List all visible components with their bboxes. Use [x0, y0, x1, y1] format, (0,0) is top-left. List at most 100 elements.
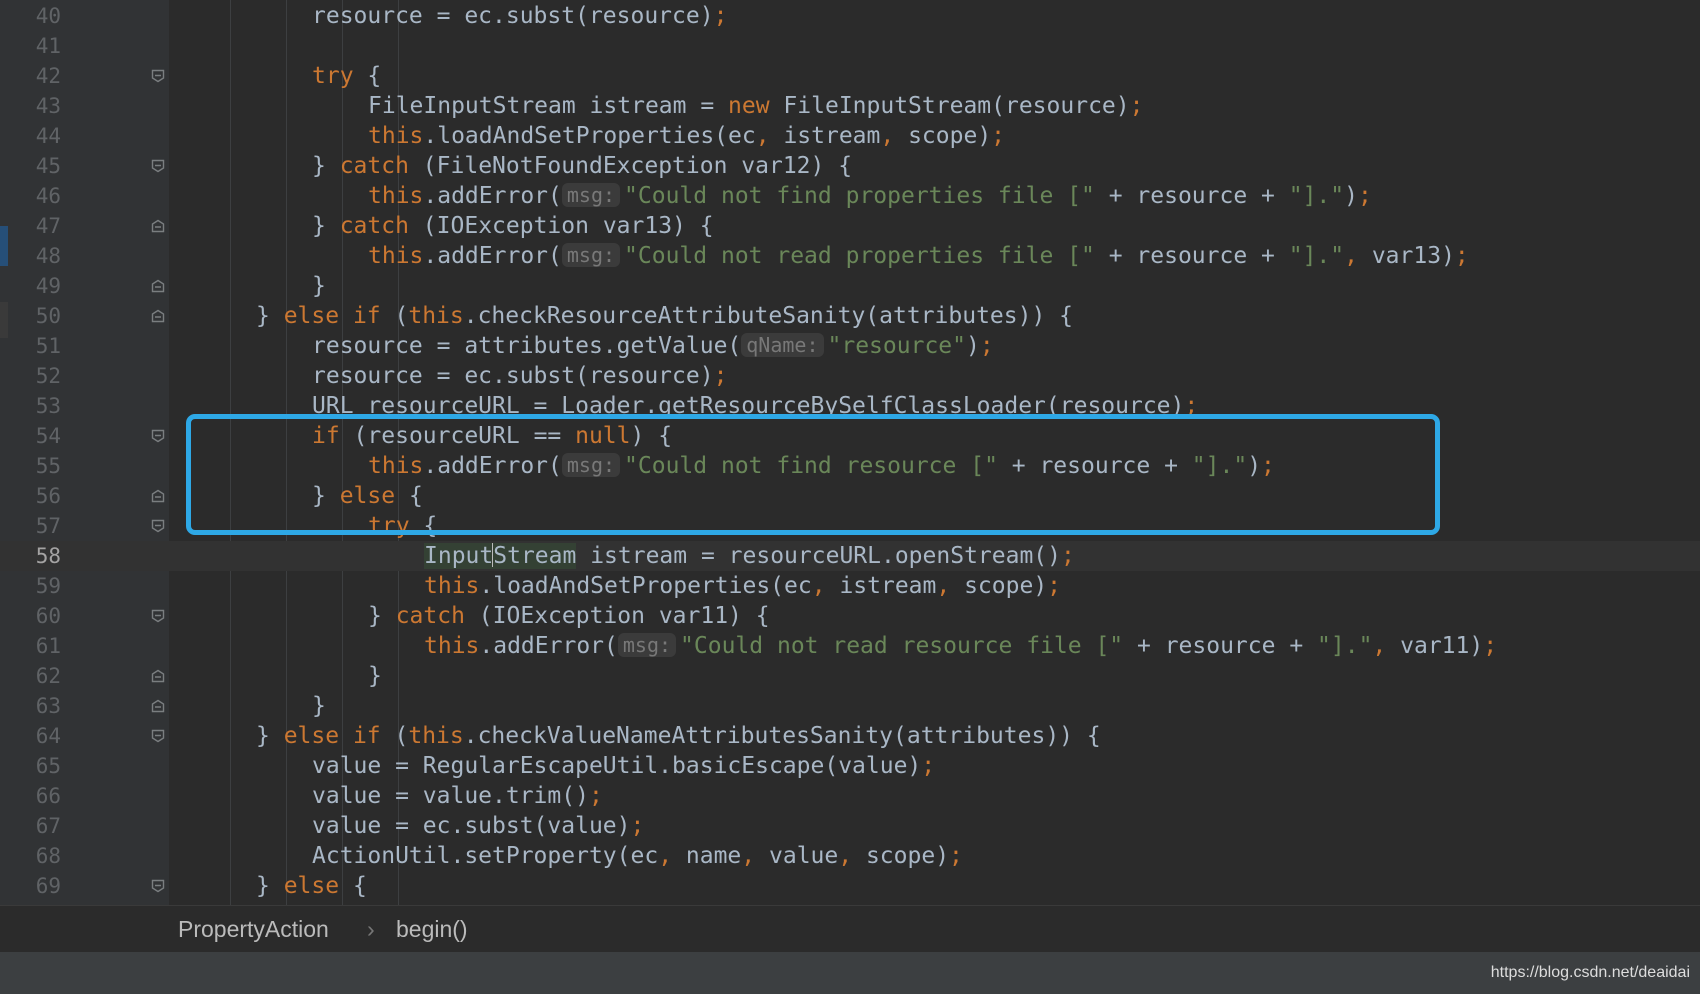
code-line[interactable]: 66 value = value.trim();: [0, 781, 1700, 811]
code-text[interactable]: value = value.trim();: [312, 781, 603, 811]
code-text[interactable]: } else if (this.checkValueNameAttributes…: [256, 721, 1101, 751]
code-token: .loadAndSetProperties(ec: [479, 573, 812, 599]
line-number[interactable]: 66: [9, 781, 61, 811]
code-text[interactable]: } catch (IOException var11) {: [368, 601, 770, 631]
code-line[interactable]: 52 resource = ec.subst(resource);: [0, 361, 1700, 391]
line-number[interactable]: 59: [9, 571, 61, 601]
code-text[interactable]: resource = ec.subst(resource);: [312, 361, 727, 391]
fold-end-icon[interactable]: [151, 309, 165, 323]
fold-collapse-icon[interactable]: [151, 69, 165, 83]
line-number[interactable]: 56: [9, 481, 61, 511]
line-number[interactable]: 43: [9, 91, 61, 121]
code-text[interactable]: this.addError(msg: "Could not find proper…: [368, 181, 1372, 211]
line-number[interactable]: 45: [9, 151, 61, 181]
code-line[interactable]: 47 } catch (IOException var13) {: [0, 211, 1700, 241]
code-text[interactable]: } catch (FileNotFoundException var12) {: [312, 151, 852, 181]
line-number[interactable]: 48: [9, 241, 61, 271]
line-number[interactable]: 57: [9, 511, 61, 541]
code-line[interactable]: 42 try {: [0, 61, 1700, 91]
code-text[interactable]: InputStream istream = resourceURL.openSt…: [424, 541, 1075, 571]
code-line[interactable]: 69 } else {: [0, 871, 1700, 901]
code-text[interactable]: try {: [312, 61, 381, 91]
code-text[interactable]: value = ec.subst(value);: [312, 811, 644, 841]
code-line[interactable]: 48 this.addError(msg: "Could not read prop…: [0, 241, 1700, 271]
code-line[interactable]: 50 } else if (this.checkResourceAttribute…: [0, 301, 1700, 331]
code-line[interactable]: 65 value = RegularEscapeUtil.basicEscape(…: [0, 751, 1700, 781]
code-line[interactable]: 61 this.addError(msg: "Could not read reso…: [0, 631, 1700, 661]
code-text[interactable]: this.addError(msg: "Could not read proper…: [368, 241, 1469, 271]
code-text[interactable]: ActionUtil.setProperty(ec, name, value, …: [312, 841, 963, 871]
line-number[interactable]: 63: [9, 691, 61, 721]
fold-end-icon[interactable]: [151, 669, 165, 683]
code-text[interactable]: } else if (this.checkResourceAttributeSa…: [256, 301, 1073, 331]
fold-end-icon[interactable]: [151, 219, 165, 233]
line-number[interactable]: 54: [9, 421, 61, 451]
line-number[interactable]: 52: [9, 361, 61, 391]
line-number[interactable]: 67: [9, 811, 61, 841]
code-token: .addError(: [423, 243, 562, 269]
fold-collapse-icon[interactable]: [151, 429, 165, 443]
line-number[interactable]: 50: [9, 301, 61, 331]
fold-collapse-icon[interactable]: [151, 729, 165, 743]
fold-end-icon[interactable]: [151, 699, 165, 713]
line-number[interactable]: 68: [9, 841, 61, 871]
fold-collapse-icon[interactable]: [151, 879, 165, 893]
code-text[interactable]: value = RegularEscapeUtil.basicEscape(va…: [312, 751, 935, 781]
line-number[interactable]: 65: [9, 751, 61, 781]
breadcrumb-method[interactable]: begin(): [396, 916, 468, 943]
code-text[interactable]: }: [312, 691, 326, 721]
line-number[interactable]: 47: [9, 211, 61, 241]
code-text[interactable]: FileInputStream istream = new FileInputS…: [368, 91, 1143, 121]
code-line[interactable]: 40 resource = ec.subst(resource);: [0, 1, 1700, 31]
code-text[interactable]: resource = attributes.getValue(qName: "re…: [312, 331, 994, 361]
fold-collapse-icon[interactable]: [151, 609, 165, 623]
code-line[interactable]: 64 } else if (this.checkValueNameAttribut…: [0, 721, 1700, 751]
code-text[interactable]: } catch (IOException var13) {: [312, 211, 714, 241]
fold-collapse-icon[interactable]: [151, 159, 165, 173]
line-number[interactable]: 53: [9, 391, 61, 421]
code-line[interactable]: 46 this.addError(msg: "Could not find prop…: [0, 181, 1700, 211]
code-line[interactable]: 63}: [0, 691, 1700, 721]
code-text[interactable]: this.loadAndSetProperties(ec, istream, s…: [368, 121, 1005, 151]
line-number[interactable]: 62: [9, 661, 61, 691]
line-number[interactable]: 55: [9, 451, 61, 481]
fold-end-icon[interactable]: [151, 279, 165, 293]
code-line[interactable]: 59 this.loadAndSetProperties(ec, istream,…: [0, 571, 1700, 601]
line-number[interactable]: 60: [9, 601, 61, 631]
code-line[interactable]: 62}: [0, 661, 1700, 691]
code-text[interactable]: }: [312, 271, 326, 301]
fold-collapse-icon[interactable]: [151, 519, 165, 533]
line-number[interactable]: 49: [9, 271, 61, 301]
line-number[interactable]: 51: [9, 331, 61, 361]
code-text[interactable]: }: [368, 661, 382, 691]
code-token: }: [256, 873, 284, 899]
code-line[interactable]: 43 FileInputStream istream = new FileInpu…: [0, 91, 1700, 121]
code-line[interactable]: 67 value = ec.subst(value);: [0, 811, 1700, 841]
code-text[interactable]: } else {: [256, 871, 367, 901]
code-line[interactable]: 44 this.loadAndSetProperties(ec, istream,…: [0, 121, 1700, 151]
line-number[interactable]: 58: [9, 541, 61, 571]
code-token: .loadAndSetProperties(ec: [423, 123, 756, 149]
line-number[interactable]: 42: [9, 61, 61, 91]
breadcrumb-class[interactable]: PropertyAction: [178, 916, 329, 943]
line-number[interactable]: 46: [9, 181, 61, 211]
code-line[interactable]: 49}: [0, 271, 1700, 301]
line-number[interactable]: 61: [9, 631, 61, 661]
line-number[interactable]: 69: [9, 871, 61, 901]
code-text[interactable]: this.loadAndSetProperties(ec, istream, s…: [424, 571, 1061, 601]
code-line[interactable]: 60 } catch (IOException var11) {: [0, 601, 1700, 631]
line-number[interactable]: 44: [9, 121, 61, 151]
code-text[interactable]: this.addError(msg: "Could not read resour…: [424, 631, 1497, 661]
fold-end-icon[interactable]: [151, 489, 165, 503]
code-token: var13): [1357, 243, 1455, 269]
code-line[interactable]: 45 } catch (FileNotFoundException var12) …: [0, 151, 1700, 181]
code-line[interactable]: 68 ActionUtil.setProperty(ec, name, value…: [0, 841, 1700, 871]
code-line[interactable]: 41: [0, 31, 1700, 61]
line-number[interactable]: 41: [9, 31, 61, 61]
code-line-current[interactable]: 58 InputStream istream = resourceURL.open…: [0, 541, 1700, 571]
keyword-token: ;: [949, 843, 963, 869]
line-number[interactable]: 64: [9, 721, 61, 751]
code-line[interactable]: 51 resource = attributes.getValue(qName: "…: [0, 331, 1700, 361]
line-number[interactable]: 40: [9, 1, 61, 31]
code-text[interactable]: resource = ec.subst(resource);: [312, 1, 727, 31]
